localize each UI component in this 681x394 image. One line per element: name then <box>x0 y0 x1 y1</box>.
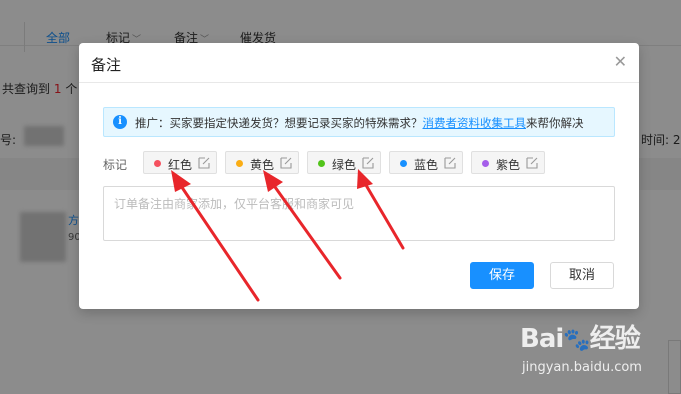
close-icon[interactable]: ✕ <box>614 53 627 71</box>
purple-dot-icon <box>482 160 489 167</box>
watermark-logo-suffix: 经验 <box>589 324 641 354</box>
baidu-jingyan-watermark: Bai🐾经验 jingyan.baidu.com <box>520 318 670 388</box>
tag-blue[interactable]: 蓝色 <box>389 151 463 174</box>
promo-suffix: 来帮你解决 <box>526 116 584 130</box>
blue-dot-icon <box>400 160 407 167</box>
promo-text: 推广：买家要指定快递发货？想要记录买家的特殊需求？消费者资料收集工具来帮你解决 <box>135 115 584 131</box>
save-button[interactable]: 保存 <box>470 262 534 289</box>
tag-blue-label: 蓝色 <box>414 158 439 172</box>
dialog-title: 备注 <box>91 56 122 74</box>
edit-icon[interactable] <box>525 156 539 170</box>
tag-purple[interactable]: 紫色 <box>471 151 545 174</box>
tag-row: 标记 红色 黄色 绿色 蓝色 紫色 <box>103 151 615 175</box>
paw-icon: 🐾 <box>563 328 590 353</box>
dialog-header: 备注 ✕ <box>79 43 639 83</box>
promo-banner: i 推广：买家要指定快递发货？想要记录买家的特殊需求？消费者资料收集工具来帮你解… <box>103 107 615 137</box>
tag-green[interactable]: 绿色 <box>307 151 381 174</box>
tag-purple-label: 紫色 <box>496 158 521 172</box>
tag-yellow[interactable]: 黄色 <box>225 151 299 174</box>
cancel-button[interactable]: 取消 <box>550 262 614 289</box>
tag-red-label: 红色 <box>168 158 193 172</box>
green-dot-icon <box>318 160 325 167</box>
watermark-logo: Bai🐾经验 <box>520 318 641 355</box>
promo-message: 推广：买家要指定快递发货？想要记录买家的特殊需求？ <box>135 116 423 130</box>
watermark-url: jingyan.baidu.com <box>522 360 642 375</box>
watermark-logo-text: Bai <box>520 324 564 354</box>
edit-icon[interactable] <box>279 156 293 170</box>
info-icon: i <box>113 115 127 129</box>
tag-green-label: 绿色 <box>332 158 357 172</box>
tag-red[interactable]: 红色 <box>143 151 217 174</box>
edit-icon[interactable] <box>197 156 211 170</box>
promo-link[interactable]: 消费者资料收集工具 <box>423 116 527 130</box>
note-dialog: 备注 ✕ i 推广：买家要指定快递发货？想要记录买家的特殊需求？消费者资料收集工… <box>79 43 639 309</box>
tag-row-label: 标记 <box>103 158 128 172</box>
tag-yellow-label: 黄色 <box>250 158 275 172</box>
yellow-dot-icon <box>236 160 243 167</box>
edit-icon[interactable] <box>361 156 375 170</box>
note-textarea[interactable] <box>103 186 615 241</box>
red-dot-icon <box>154 160 161 167</box>
edit-icon[interactable] <box>443 156 457 170</box>
